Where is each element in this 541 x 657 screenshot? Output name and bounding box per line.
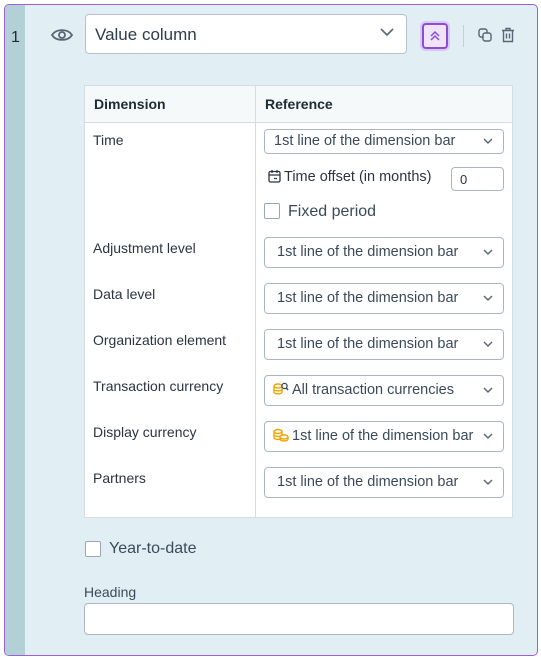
time-offset-input[interactable]: [451, 167, 504, 191]
dimension-label: Adjustment level: [93, 240, 196, 256]
collapse-button[interactable]: [422, 23, 448, 49]
reference-value: 1st line of the dimension bar: [292, 428, 474, 444]
duplicate-icon[interactable]: [478, 28, 492, 42]
row-gutter[interactable]: 1: [5, 5, 25, 655]
fixed-period-checkbox[interactable]: [264, 203, 280, 219]
reference-value: 1st line of the dimension bar: [277, 336, 459, 352]
header-reference: Reference: [265, 96, 333, 112]
reference-value: All transaction currencies: [292, 382, 454, 398]
reference-select-organization-element[interactable]: 1st line of the dimension bar: [264, 329, 504, 360]
chevron-down-icon: [483, 479, 493, 485]
time-offset-label: Time offset (in months): [268, 169, 431, 185]
reference-select-partners[interactable]: 1st line of the dimension bar: [264, 467, 504, 498]
reference-select-transaction-currency[interactable]: All transaction currencies: [264, 375, 504, 406]
column-type-value: Value column: [95, 25, 197, 44]
dimension-label: Organization element: [93, 332, 227, 348]
column-divider: [255, 86, 256, 517]
year-to-date-label: Year-to-date: [109, 540, 197, 557]
dimension-label: Time: [93, 132, 124, 148]
year-to-date-checkbox[interactable]: [85, 541, 101, 557]
fixed-period-label: Fixed period: [288, 203, 377, 220]
reference-value: 1st line of the dimension bar: [277, 290, 459, 306]
trash-icon[interactable]: [501, 27, 515, 43]
chevron-down-icon: [380, 28, 394, 36]
reference-select-display-currency[interactable]: 1st line of the dimension bar: [264, 421, 504, 452]
value-column-card: 1 Value column Dimension Reference Time …: [4, 4, 538, 656]
dimension-label: Transaction currency: [93, 378, 224, 394]
header-dimension: Dimension: [94, 96, 166, 112]
reference-value: 1st line of the dimension bar: [274, 133, 456, 149]
chevron-down-icon: [483, 249, 493, 255]
row-number: 1: [11, 29, 20, 46]
chevron-down-icon: [483, 387, 493, 393]
chevron-down-icon: [483, 138, 493, 144]
eye-icon[interactable]: [51, 27, 73, 43]
reference-select-time[interactable]: 1st line of the dimension bar: [264, 129, 504, 154]
column-type-select[interactable]: Value column: [85, 14, 407, 54]
dimension-label: Partners: [93, 470, 146, 486]
reference-value: 1st line of the dimension bar: [277, 474, 459, 490]
table-header: Dimension Reference: [85, 86, 512, 123]
currency-search-icon: [273, 382, 289, 395]
toolbar-divider: [463, 25, 464, 47]
chevrons-up-icon: [430, 30, 440, 41]
dimension-reference-table: Dimension Reference Time 1st line of the…: [84, 85, 513, 518]
currency-icon: [273, 428, 289, 442]
dimension-label: Display currency: [93, 424, 197, 440]
chevron-down-icon: [483, 433, 493, 439]
dimension-label: Data level: [93, 286, 156, 302]
heading-label: Heading: [84, 584, 137, 600]
reference-select-data-level[interactable]: 1st line of the dimension bar: [264, 283, 504, 314]
chevron-down-icon: [483, 295, 493, 301]
heading-input[interactable]: [84, 603, 514, 635]
calendar-icon: [268, 170, 281, 183]
reference-select-adjustment-level[interactable]: 1st line of the dimension bar: [264, 237, 504, 268]
chevron-down-icon: [483, 341, 493, 347]
reference-value: 1st line of the dimension bar: [277, 244, 459, 260]
